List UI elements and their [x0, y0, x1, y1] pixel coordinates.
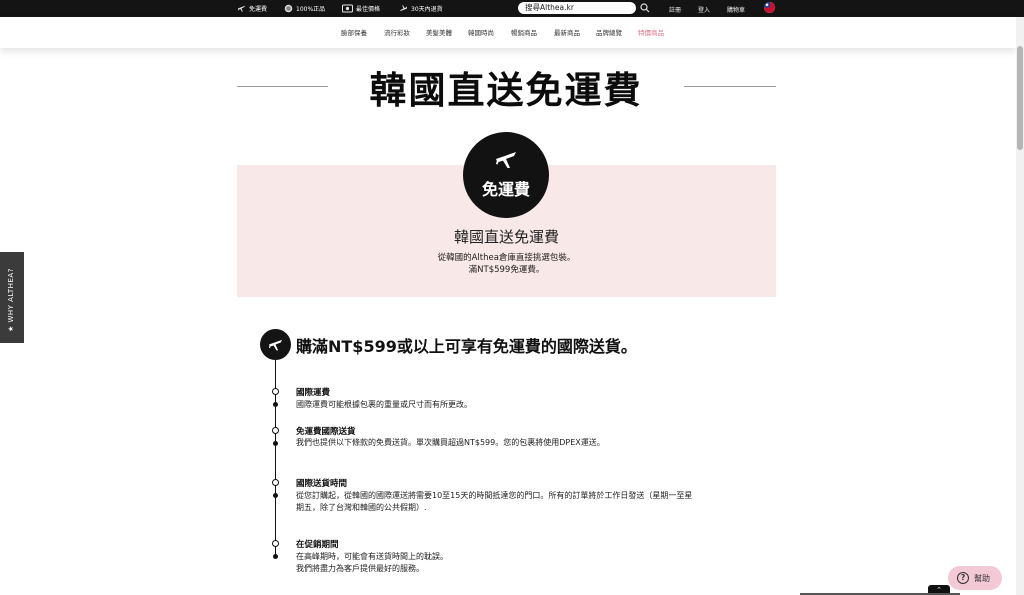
- title-divider-left: [237, 86, 328, 87]
- feature-label: 100%正品: [296, 6, 326, 13]
- timeline-node: [272, 427, 279, 434]
- item-text-promotion-line1: 在高峰期時，可能會有送貨時間上的耽誤。: [296, 552, 448, 561]
- item-title-international-shipping: 國際運費: [296, 388, 331, 398]
- timeline-node: [272, 388, 279, 395]
- nav-item-new[interactable]: 最新商品: [554, 27, 580, 37]
- search-input[interactable]: 搜尋Althea.kr: [518, 2, 636, 14]
- nav-item-bestsellers[interactable]: 暢銷商品: [511, 27, 537, 37]
- feature-returns: 30天內退貨: [399, 4, 443, 13]
- feature-label: 最佳價格: [356, 6, 381, 13]
- badge-label: 免運費: [481, 180, 530, 199]
- authentic-badge-icon: [284, 4, 293, 13]
- plane-icon: [237, 5, 246, 12]
- timeline-dot: [273, 441, 278, 446]
- register-link[interactable]: 註冊: [669, 5, 681, 14]
- timeline-node: [272, 479, 279, 486]
- nav-item-sale[interactable]: 特價商品: [638, 27, 664, 37]
- item-title-delivery-time: 國際送貨時間: [296, 479, 348, 489]
- cart-link[interactable]: 購物車: [727, 5, 745, 14]
- help-button[interactable]: ? 幫助: [948, 566, 1002, 590]
- plane-icon: [496, 152, 516, 168]
- nav-item-fashion[interactable]: 韓國時尚: [468, 27, 494, 37]
- search-icon[interactable]: [640, 3, 650, 13]
- nav-item-skincare[interactable]: 臉部保養: [341, 27, 367, 37]
- nav-item-hair-body[interactable]: 美髮美體: [426, 27, 452, 37]
- timeline-dot: [273, 402, 278, 407]
- category-nav: 臉部保養 流行彩妝 美髮美體 韓國時尚 暢銷商品 最新商品 品牌總覽 特價商品: [0, 17, 1016, 48]
- card-threshold: 滿NT$599免運費。: [468, 265, 545, 275]
- question-icon: ?: [957, 572, 969, 584]
- price-tag-icon: [342, 4, 353, 13]
- return-plane-icon: [399, 5, 408, 12]
- page-title: 韓國直送免運費: [369, 69, 643, 112]
- feature-best-price: 最佳價格: [342, 4, 380, 13]
- shipping-heading: 購滿NT$599或以上可享有免運費的國際送貨。: [296, 337, 637, 356]
- why-althea-label: ★ WHY ALTHEA?: [7, 268, 15, 332]
- shipping-plane-icon: [260, 329, 291, 360]
- nav-item-brands[interactable]: 品牌總覽: [596, 27, 622, 37]
- card-description: 從韓國的Althea倉庫直接挑選包裝。: [437, 253, 576, 263]
- free-shipping-badge: 免運費: [463, 132, 549, 218]
- login-link[interactable]: 登入: [698, 5, 710, 14]
- feature-authentic: 100%正品: [284, 4, 325, 13]
- taiwan-flag-icon[interactable]: [764, 2, 775, 13]
- item-title-promotion: 在促銷期間: [296, 540, 339, 550]
- timeline-node: [272, 540, 279, 547]
- timeline-dot: [273, 554, 278, 559]
- item-text-delivery-time-line2: 期五，除了台灣和韓國的公共假期）.: [296, 503, 427, 512]
- timeline-dot: [273, 493, 278, 498]
- item-text-international-shipping: 國際運費可能根據包裹的重量或尺寸而有所更改。: [296, 400, 472, 409]
- nav-item-makeup[interactable]: 流行彩妝: [384, 27, 410, 37]
- why-althea-tab[interactable]: ★ WHY ALTHEA?: [0, 252, 24, 343]
- card-title: 韓國直送免運費: [453, 228, 559, 246]
- item-text-promotion-line2: 我們將盡力為客戶提供最好的服務。: [296, 564, 424, 573]
- help-label: 幫助: [974, 574, 990, 583]
- feature-label: 免運費: [249, 6, 268, 13]
- item-text-free-shipping: 我們也提供以下條款的免費送貨。單次購買超過NT$599。您的包裹將使用DPEX運…: [296, 438, 605, 447]
- top-bar: 免運費 100%正品 最佳價格 30天內退貨 搜尋Althea.kr 註冊 登入…: [0, 0, 1024, 17]
- item-text-delivery-time-line1: 從您訂購起，從韓國的國際運送將需要10至15天的時間抵達您的門口。所有的訂單將於…: [296, 491, 693, 500]
- title-divider-right: [684, 86, 776, 87]
- scrollbar-thumb[interactable]: [1017, 46, 1023, 150]
- item-title-free-shipping: 免運費國際送貨: [296, 427, 356, 437]
- feature-free-shipping: 免運費: [237, 4, 267, 13]
- feature-label: 30天內退貨: [411, 6, 443, 13]
